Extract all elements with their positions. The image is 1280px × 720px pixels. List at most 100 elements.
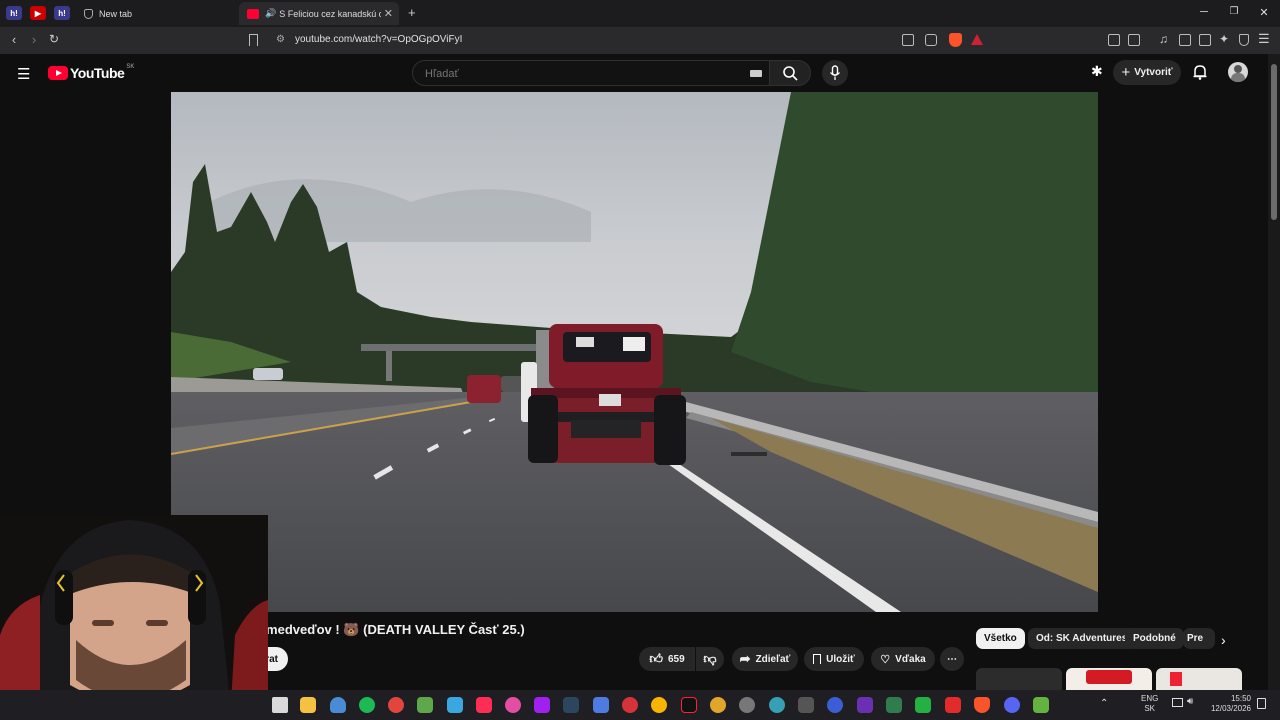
save-button[interactable]: Uložiť xyxy=(804,647,864,671)
keyboard-icon[interactable] xyxy=(750,70,762,77)
recommended-thumbnail[interactable] xyxy=(976,668,1062,690)
search-input[interactable] xyxy=(423,67,727,81)
chrome-icon[interactable] xyxy=(388,697,404,713)
notifications-icon[interactable] xyxy=(1257,698,1266,709)
vpn-icon[interactable] xyxy=(1239,34,1249,46)
close-tab-icon[interactable]: ✕ xyxy=(384,7,393,20)
back-icon[interactable]: ‹ xyxy=(6,32,22,47)
reload-icon[interactable]: ↻ xyxy=(46,32,62,46)
brave-shields-icon[interactable] xyxy=(949,33,962,47)
restore-icon[interactable]: ❐ xyxy=(1224,6,1244,17)
steam-icon[interactable] xyxy=(563,697,579,713)
app-icon-red-2[interactable] xyxy=(945,697,961,713)
extensions-icon[interactable] xyxy=(1108,34,1120,46)
like-button[interactable]: 👍︎ 659 xyxy=(639,647,695,671)
url-field[interactable]: youtube.com/watch?v=OpOGpOViFyI xyxy=(295,34,462,45)
search-button[interactable] xyxy=(769,60,811,86)
voice-search-button[interactable] xyxy=(822,60,848,86)
audio-playing-icon: 🔊 xyxy=(265,8,277,18)
microphone-icon xyxy=(829,65,841,80)
recommended-thumbnail[interactable] xyxy=(1156,668,1242,690)
app-icon-teal[interactable] xyxy=(769,697,785,713)
share-label: Zdieľať xyxy=(755,653,791,665)
more-actions-button[interactable]: ⋯ xyxy=(940,647,964,671)
thumbs-down-icon: 👎︎ xyxy=(703,651,717,666)
app-icon-blue[interactable] xyxy=(593,697,609,713)
youtube-logo[interactable]: YouTube SK xyxy=(48,64,134,81)
minecraft-launcher-icon[interactable] xyxy=(1033,697,1049,713)
opera-icon[interactable] xyxy=(622,697,638,713)
sidebar-icon[interactable] xyxy=(1179,34,1191,46)
app-icon-coin[interactable] xyxy=(710,697,726,713)
thanks-button[interactable]: ♡ Vďaka xyxy=(871,647,935,671)
network-icon[interactable] xyxy=(1172,698,1183,707)
app-icon-pink[interactable] xyxy=(505,697,521,713)
search-box[interactable] xyxy=(412,60,770,86)
like-count: 659 xyxy=(667,653,685,665)
tray-overflow-icon[interactable]: ⌃ xyxy=(1100,698,1108,709)
vpn-app-icon[interactable] xyxy=(330,697,346,713)
app-icon-red[interactable] xyxy=(476,697,492,713)
tab-active-video[interactable]: 🔊 S Feliciou cez kanadskú divočinu ✕ xyxy=(239,2,399,25)
discord-icon[interactable] xyxy=(1004,697,1020,713)
thanks-heart-icon: ♡ xyxy=(880,653,891,666)
brave-rewards-icon[interactable] xyxy=(971,34,983,45)
youtube-masthead: ☰ YouTube SK ✱ + Vytvoriť xyxy=(0,54,1268,92)
cast-icon[interactable] xyxy=(902,34,914,46)
language-indicator[interactable]: ENG SK xyxy=(1141,694,1158,714)
create-button[interactable]: + Vytvoriť xyxy=(1113,60,1181,85)
chip-from-channel[interactable]: Od: SK Adventures xyxy=(1028,628,1136,649)
cast-game-icon[interactable]: ✱ xyxy=(1091,63,1103,80)
forward-icon[interactable]: › xyxy=(26,32,42,47)
obsidian-icon[interactable] xyxy=(534,697,550,713)
dislike-button[interactable]: 👎︎ xyxy=(696,647,724,671)
chip-related[interactable]: Podobné xyxy=(1125,628,1184,649)
clock[interactable]: 15:50 12/03/2026 xyxy=(1205,694,1251,714)
new-tab-button[interactable]: + xyxy=(408,5,416,20)
file-explorer-icon[interactable] xyxy=(300,697,316,713)
guide-menu-icon[interactable]: ☰ xyxy=(17,65,30,83)
share-page-icon[interactable] xyxy=(925,34,937,46)
recommended-thumbnail[interactable] xyxy=(1066,668,1152,690)
brave-icon[interactable] xyxy=(974,697,990,713)
page-scrollbar[interactable] xyxy=(1268,54,1280,690)
pinned-tab-h-2[interactable]: h! xyxy=(54,6,70,20)
github-icon[interactable] xyxy=(739,697,755,713)
avatar[interactable] xyxy=(1228,62,1248,82)
notifications-bell-icon[interactable] xyxy=(1193,64,1207,80)
bookmark-icon[interactable] xyxy=(249,34,258,46)
minecraft-icon[interactable] xyxy=(417,697,433,713)
address-toolbar: ‹ › ↻ ⚙ youtube.com/watch?v=OpOGpOViFyI … xyxy=(0,27,1280,54)
app-icon-purple[interactable] xyxy=(857,697,873,713)
shield-icon xyxy=(84,8,93,19)
notepad-icon[interactable] xyxy=(447,697,463,713)
app-icon-yellow[interactable] xyxy=(651,697,667,713)
minimize-icon[interactable]: ─ xyxy=(1194,6,1214,18)
tiktok-icon[interactable] xyxy=(681,697,697,713)
red-pickup-truck xyxy=(528,324,686,465)
leo-ai-icon[interactable]: ✦ xyxy=(1219,32,1229,46)
scrollbar-thumb[interactable] xyxy=(1271,64,1277,220)
spotify-icon[interactable] xyxy=(359,697,375,713)
chip-all[interactable]: Všetko xyxy=(976,628,1025,649)
share-button[interactable]: ➦ Zdieľať xyxy=(732,647,798,671)
menu-icon[interactable]: ☰ xyxy=(1258,31,1270,47)
reader-icon[interactable] xyxy=(1128,34,1140,46)
app-icon-blue-2[interactable] xyxy=(827,697,843,713)
task-view-icon[interactable] xyxy=(272,697,288,713)
video-player[interactable] xyxy=(171,92,1098,612)
chart-app-icon[interactable] xyxy=(915,697,931,713)
tab-new-tab[interactable]: New tab xyxy=(76,2,236,25)
site-info-icon[interactable]: ⚙ xyxy=(276,34,285,45)
chip-more[interactable]: Pre xyxy=(1183,628,1215,649)
wallet-icon[interactable] xyxy=(1199,34,1211,46)
close-window-icon[interactable]: ✕ xyxy=(1254,6,1274,19)
app-icon-gray[interactable] xyxy=(798,697,814,713)
pinned-tab-youtube[interactable]: ▶ xyxy=(30,6,46,20)
pinned-tab-h[interactable]: h! xyxy=(6,6,22,20)
volume-icon[interactable]: 🔊︎ xyxy=(1187,696,1193,707)
terminal-icon[interactable] xyxy=(886,697,902,713)
chips-next-icon[interactable]: › xyxy=(1221,632,1226,648)
tab-label: S Feliciou cez kanadskú divočinu xyxy=(279,8,381,19)
music-icon[interactable]: ♫ xyxy=(1159,32,1168,46)
